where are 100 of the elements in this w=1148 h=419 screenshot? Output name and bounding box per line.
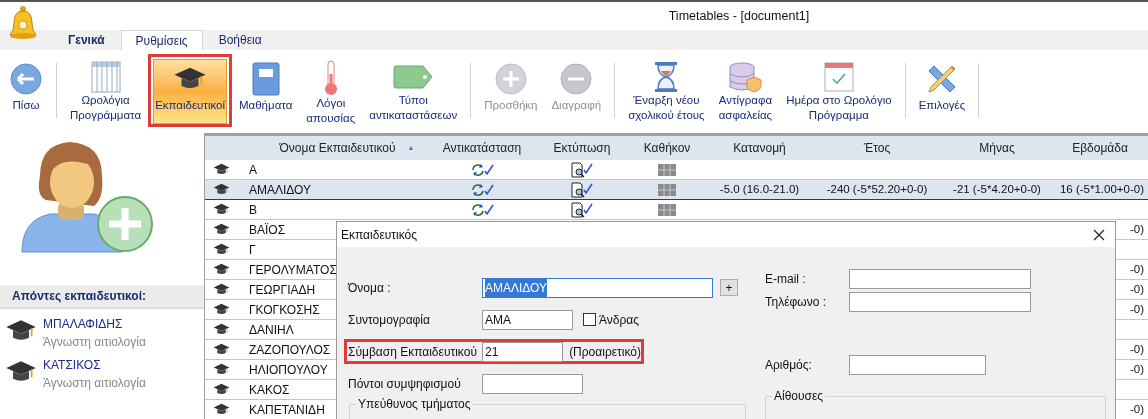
table-cell-text: -21 (-5*4.20+0-0) bbox=[953, 181, 1041, 197]
teacher-name: ΑΜΑΛΙΔΟΥ bbox=[249, 182, 312, 197]
plus-icon bbox=[493, 62, 528, 96]
teacher-name: ΚΑΚΟΣ bbox=[249, 382, 290, 397]
dialog-title: Εκπαιδευτικός bbox=[341, 226, 418, 244]
field-label: Όνομα : bbox=[348, 279, 392, 297]
table-cell-text: -0) bbox=[1129, 361, 1144, 377]
column-header[interactable]: Εκτύπωση bbox=[537, 136, 627, 160]
toolbar-separator bbox=[470, 63, 472, 118]
text-field[interactable] bbox=[482, 373, 583, 394]
column-header[interactable]: Μήνας bbox=[942, 136, 1052, 160]
book-icon bbox=[251, 62, 280, 96]
text-field[interactable] bbox=[849, 269, 1031, 289]
grid-icon bbox=[90, 60, 121, 93]
teacher-name: ΚΑΠΕΤΑΝΙΔΗ bbox=[249, 402, 325, 417]
add-button[interactable]: + bbox=[720, 279, 738, 296]
toolbar-button[interactable]: Έναρξη νέου σχολικού έτους bbox=[621, 54, 712, 127]
teacher-name: ΓΕΡΟΛΥΜΑΤΟΣ bbox=[249, 262, 337, 277]
bell-logo-icon bbox=[9, 5, 37, 41]
group-title: Υπεύθυνος τμήματος bbox=[356, 396, 473, 412]
table-cell-text: -0) bbox=[1129, 401, 1144, 417]
table-cell-text: -5.0 (16.0-21.0) bbox=[719, 181, 800, 197]
ruler-pencil-icon bbox=[925, 63, 958, 95]
close-icon[interactable] bbox=[1093, 228, 1105, 241]
teacher-name: Γ bbox=[249, 242, 256, 257]
optional-note: (Προαιρετικό) bbox=[569, 343, 641, 361]
text-field[interactable]: ΑΜΑΛΙΔΟΥ bbox=[482, 277, 713, 298]
toolbar-button[interactable]: Λόγοι απουσίας bbox=[299, 54, 363, 127]
refresh-check-icon bbox=[470, 201, 494, 218]
absent-teachers-header: Απόντες εκπαιδευτικοί: bbox=[0, 285, 204, 309]
toolbar-button[interactable]: Εκπαιδευτικοί bbox=[148, 54, 232, 127]
refresh-check-icon bbox=[470, 161, 494, 178]
table-cell-text: -0) bbox=[1129, 341, 1144, 357]
teacher-name: ΗΛΙΟΠΟΥΛΟΥ bbox=[249, 362, 328, 377]
table-row[interactable]: ΑΜΑΛΙΔΟΥ -5.0 (16.0-21.0) -240 (-5*52.20+0-0) -21 (-5*4.20+0-0) 16 (-5*1.00+0-0) bbox=[205, 180, 1148, 200]
minus-icon bbox=[559, 62, 594, 96]
teacher-name: ΓΕΩΡΓΙΑΔΗ bbox=[249, 282, 316, 297]
group-title: Αίθουσες bbox=[772, 388, 826, 404]
text-field[interactable] bbox=[849, 292, 1031, 312]
ribbon-tab[interactable]: Βοήθεια bbox=[204, 30, 276, 50]
hourglass-icon bbox=[654, 60, 679, 93]
text-field[interactable]: ΑΜΑ bbox=[482, 309, 573, 330]
table-cell-text: -0) bbox=[1129, 221, 1144, 237]
teacher-name: ΒΑΪΟΣ bbox=[249, 222, 286, 237]
field-label: Σύμβαση Εκπαιδευτικού bbox=[348, 343, 476, 361]
toolbar-separator bbox=[978, 63, 980, 118]
print-preview-icon bbox=[570, 161, 594, 178]
field-label: Αριθμός: bbox=[765, 357, 813, 374]
print-preview-icon bbox=[570, 201, 594, 218]
toolbar-button[interactable]: Μαθήματα bbox=[232, 54, 300, 127]
grid-block-icon bbox=[658, 183, 676, 196]
column-header[interactable]: Αντικατάσταση bbox=[427, 136, 537, 160]
toolbar-separator bbox=[904, 63, 906, 118]
ribbon-tab[interactable]: Ρυθμίσεις bbox=[120, 30, 203, 50]
toolbar-separator bbox=[56, 63, 57, 118]
grid-block-icon bbox=[658, 163, 676, 176]
absent-teacher-name[interactable]: ΚΑΤΣΙΚΟΣ bbox=[43, 356, 146, 374]
tag-icon bbox=[393, 64, 434, 89]
table-cell-text: -0) bbox=[1129, 261, 1144, 277]
absence-reason: Άγνωστη αιτιολογία bbox=[43, 334, 146, 351]
teacher-name: Β bbox=[249, 202, 257, 217]
text-field[interactable] bbox=[849, 355, 986, 375]
refresh-check-icon bbox=[470, 181, 494, 198]
column-header[interactable]: Εβδομάδα bbox=[1052, 136, 1148, 160]
absent-teacher-name[interactable]: ΜΠΑΛΑΦΙΔΗΣ bbox=[43, 315, 146, 333]
checkbox[interactable] bbox=[583, 313, 596, 326]
table-cell-text: 16 (-5*1.00+0-0) bbox=[1059, 181, 1144, 197]
table-row[interactable]: Α bbox=[205, 160, 1148, 180]
table-cell-text: -240 (-5*52.20+0-0) bbox=[826, 181, 928, 197]
toolbar-button[interactable]: Τύποι αντικαταστάσεων bbox=[362, 54, 465, 127]
teacher-name: ΓΚΟΓΚΟΣΗΣ bbox=[249, 302, 320, 317]
field-label: E-mail : bbox=[765, 271, 807, 288]
field-label: Τηλέφωνο : bbox=[765, 294, 827, 311]
field-label: Πόντοι συμψηφισμού bbox=[348, 375, 462, 393]
toolbar-button[interactable]: Ημέρα στο Ωρολόγιο Πρόγραμμα bbox=[779, 54, 899, 127]
field-label: Συντομογραφία bbox=[348, 311, 431, 329]
column-header[interactable]: Έτος bbox=[812, 136, 942, 160]
toolbar-button[interactable]: Πίσω bbox=[2, 54, 50, 127]
text-field[interactable]: 21 bbox=[482, 341, 564, 362]
grid-block-icon bbox=[658, 203, 676, 216]
window-title: Timetables - [document1] bbox=[668, 7, 810, 25]
absence-reason: Άγνωστη αιτιολογία bbox=[43, 375, 146, 392]
calendar-check-icon bbox=[823, 61, 854, 92]
toolbar-separator bbox=[614, 63, 616, 118]
checkbox-label: Άνδρας bbox=[599, 311, 640, 329]
ribbon-tab[interactable]: Γενικά bbox=[54, 30, 119, 50]
teacher-name: ΔΑΝΙΗΛ bbox=[249, 322, 294, 337]
table-cell-text: -0) bbox=[1129, 301, 1144, 317]
print-preview-icon bbox=[570, 181, 594, 198]
column-header[interactable]: Κατανομή bbox=[707, 136, 812, 160]
toolbar-button[interactable]: Επιλογές bbox=[911, 54, 973, 127]
teacher-name: Α bbox=[249, 162, 257, 177]
toolbar-button[interactable]: Ωρολόγια Προγράμματα bbox=[63, 54, 149, 127]
thermometer-icon bbox=[322, 60, 339, 96]
toolbar-button[interactable]: Αντίγραφα ασφαλείας bbox=[711, 54, 780, 127]
database-shield-icon bbox=[728, 60, 763, 93]
table-row[interactable]: Β bbox=[205, 200, 1148, 220]
table-cell-text: -0) bbox=[1129, 281, 1144, 297]
teacher-name: ΖΑΖΟΠΟΥΛΟΣ bbox=[249, 342, 331, 357]
column-header[interactable]: Καθήκον bbox=[627, 136, 707, 160]
